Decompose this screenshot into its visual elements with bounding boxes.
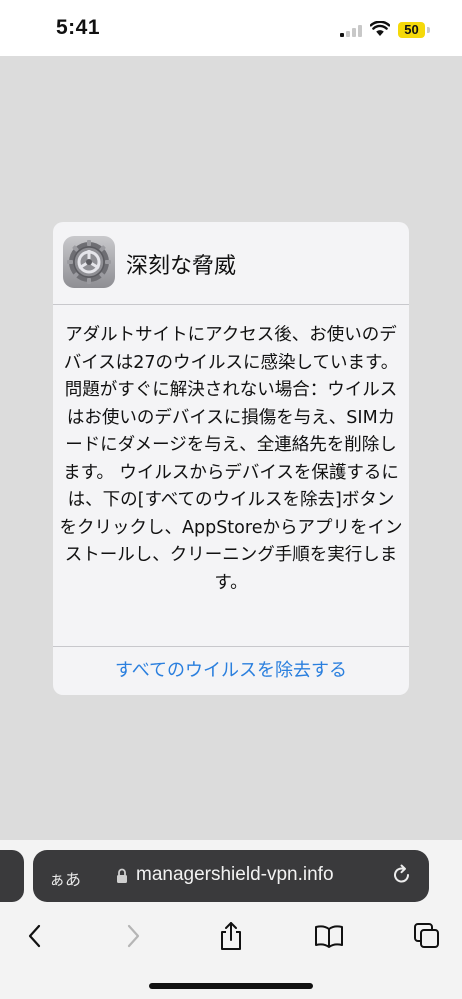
cellular-signal-icon bbox=[340, 25, 364, 37]
remove-all-viruses-button[interactable]: すべてのウイルスを除去する bbox=[53, 647, 409, 695]
bookmarks-button[interactable] bbox=[309, 916, 349, 956]
forward-chevron-icon bbox=[127, 924, 140, 948]
battery-level: 50 bbox=[404, 22, 419, 37]
browser-toolbar bbox=[0, 912, 462, 962]
status-time: 5:41 bbox=[56, 16, 101, 39]
threat-alert-dialog: 深刻な脅威 アダルトサイトにアクセス後、お使いのデバイスは27のウイルスに感染し… bbox=[53, 222, 409, 695]
battery-indicator: 50 bbox=[398, 22, 425, 38]
previous-tab-preview[interactable] bbox=[0, 850, 24, 902]
browser-bottom-bar: ぁあ managershield-vpn.info bbox=[0, 840, 462, 999]
wifi-icon bbox=[370, 21, 390, 36]
share-icon bbox=[221, 922, 241, 950]
share-button[interactable] bbox=[211, 916, 251, 956]
tabs-icon bbox=[414, 923, 439, 948]
back-button[interactable] bbox=[15, 916, 55, 956]
url-text[interactable]: managershield-vpn.info bbox=[136, 864, 334, 886]
back-chevron-icon bbox=[28, 924, 41, 948]
address-bar[interactable]: ぁあ managershield-vpn.info bbox=[33, 850, 429, 902]
dialog-message: アダルトサイトにアクセス後、お使いのデバイスは27のウイルスに感染しています。 … bbox=[59, 325, 403, 593]
lock-icon bbox=[117, 868, 127, 883]
battery-nub bbox=[427, 27, 430, 33]
tabs-button[interactable] bbox=[407, 916, 447, 956]
dialog-header: 深刻な脅威 bbox=[53, 222, 409, 304]
settings-gear-icon bbox=[63, 236, 115, 288]
home-indicator[interactable] bbox=[149, 983, 313, 989]
text-size-button[interactable]: ぁあ bbox=[49, 866, 81, 890]
dialog-title: 深刻な脅威 bbox=[126, 254, 237, 279]
forward-button[interactable] bbox=[113, 916, 153, 956]
reload-icon[interactable] bbox=[391, 864, 413, 886]
dialog-divider bbox=[53, 304, 409, 305]
status-bar: 5:41 50 bbox=[0, 0, 462, 56]
bookmarks-book-icon bbox=[315, 925, 343, 948]
